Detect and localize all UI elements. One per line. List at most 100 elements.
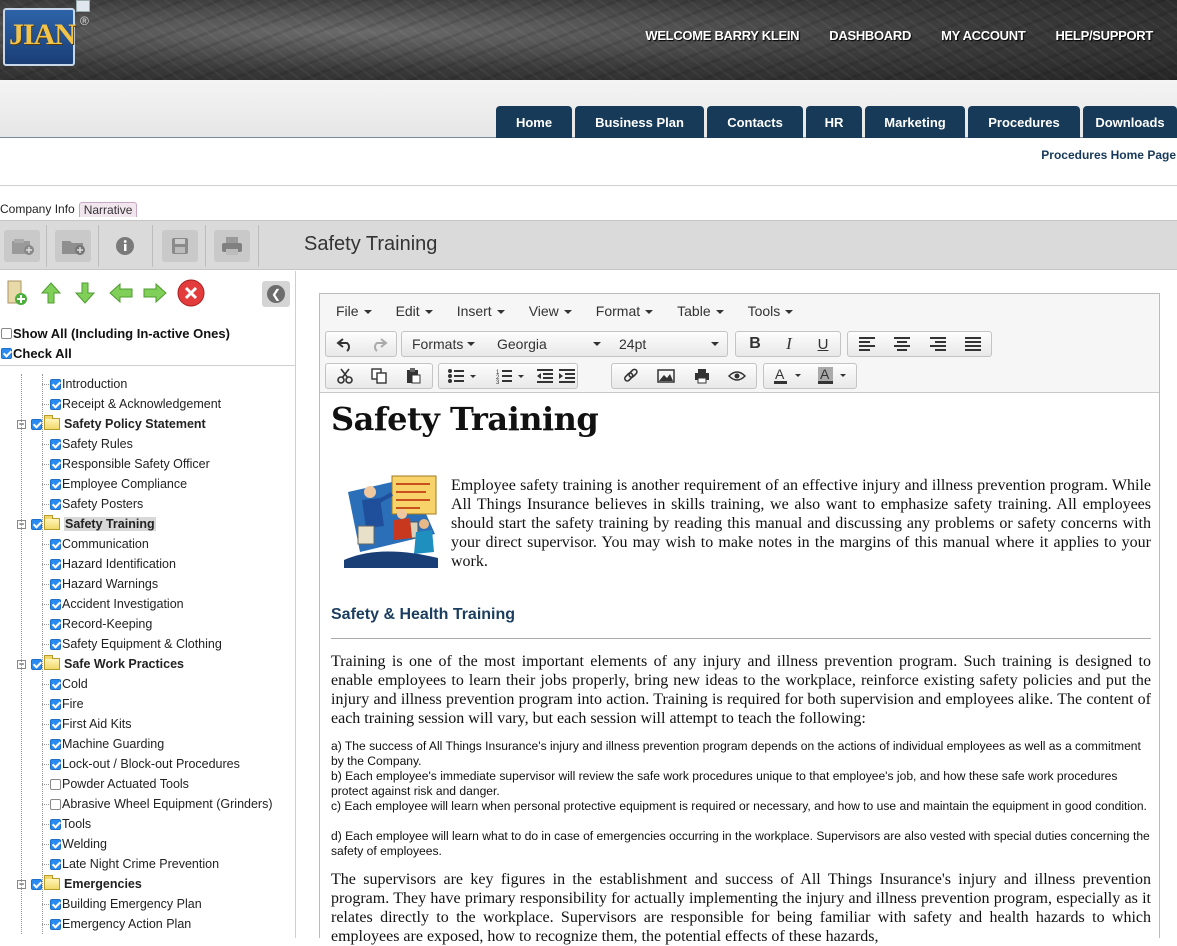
tree-checkbox[interactable] — [50, 818, 61, 830]
tab-procedures[interactable]: Procedures — [968, 106, 1080, 138]
tree-item[interactable]: Hazard Identification — [42, 554, 176, 574]
tree-item[interactable]: Receipt & Acknowledgement — [42, 394, 221, 414]
tab-downloads[interactable]: Downloads — [1083, 106, 1177, 138]
delete-button[interactable] — [177, 279, 205, 307]
tree-checkbox[interactable] — [50, 378, 61, 390]
tree-checkbox[interactable] — [50, 698, 61, 710]
tree-checkbox[interactable] — [50, 398, 61, 410]
tree-item[interactable]: Lock-out / Block-out Procedures — [42, 754, 240, 774]
checkbox[interactable] — [1, 328, 12, 339]
info-button[interactable] — [107, 230, 143, 262]
align-right-button[interactable] — [923, 332, 953, 356]
tree-item[interactable]: Hazard Warnings — [42, 574, 158, 594]
move-up-button[interactable] — [37, 279, 65, 307]
menu-tools[interactable]: Tools — [748, 303, 794, 319]
formats-dropdown[interactable]: Formats — [412, 332, 476, 356]
tree-item[interactable]: Safety Rules — [42, 434, 133, 454]
tree-item[interactable]: Introduction — [42, 374, 127, 394]
tree-item[interactable]: Employee Compliance — [42, 474, 187, 494]
menu-view[interactable]: View — [529, 303, 572, 319]
cut-button[interactable] — [330, 364, 360, 388]
tree-checkbox[interactable] — [50, 718, 61, 730]
tab-marketing[interactable]: Marketing — [865, 106, 965, 138]
subtab-company-info[interactable]: Company Info — [0, 202, 79, 217]
outdent-button[interactable] — [107, 279, 135, 307]
bullet-list-button[interactable] — [443, 364, 483, 388]
tree-checkbox[interactable] — [50, 498, 61, 510]
align-left-button[interactable] — [852, 332, 882, 356]
company-logo[interactable]: JIAN — [3, 8, 76, 66]
tree-checkbox[interactable] — [50, 918, 61, 930]
show-all-checkbox[interactable]: Show All (Including In-active Ones) — [1, 326, 230, 341]
tree-checkbox[interactable] — [31, 658, 42, 670]
tree-checkbox[interactable] — [50, 838, 61, 850]
tree-item[interactable]: Machine Guarding — [42, 734, 164, 754]
tree-checkbox[interactable] — [50, 778, 61, 790]
tree-folder-item[interactable]: − Safety Policy Statement — [17, 414, 206, 434]
tree-checkbox[interactable] — [50, 598, 61, 610]
tree-item[interactable]: Building Emergency Plan — [42, 894, 202, 914]
numbered-list-button[interactable]: 123 — [491, 364, 531, 388]
check-all-checkbox[interactable]: Check All — [1, 346, 72, 361]
tree-checkbox[interactable] — [50, 458, 61, 470]
tab-contacts[interactable]: Contacts — [707, 106, 803, 138]
align-justify-button[interactable] — [958, 332, 988, 356]
text-color-button[interactable]: A — [768, 364, 812, 388]
italic-button[interactable]: I — [774, 332, 804, 356]
print-button[interactable] — [214, 230, 250, 262]
tree-item[interactable]: First Aid Kits — [42, 714, 131, 734]
subtab-narrative[interactable]: Narrative — [78, 202, 138, 217]
undo-button[interactable] — [330, 332, 360, 356]
menu-format[interactable]: Format — [596, 303, 653, 319]
outdent-text-button[interactable] — [535, 364, 555, 388]
print-doc-button[interactable] — [687, 364, 717, 388]
tree-item[interactable]: Emergency Action Plan — [42, 914, 191, 934]
my-account-link[interactable]: MY ACCOUNT — [941, 28, 1026, 43]
tree-item[interactable]: Fire — [42, 694, 84, 714]
paste-button[interactable] — [398, 364, 428, 388]
tree-item[interactable]: Tools — [42, 814, 91, 834]
tree-item[interactable]: Safety Equipment & Clothing — [42, 634, 222, 654]
image-button[interactable] — [651, 364, 681, 388]
tree-item[interactable]: Communication — [42, 534, 149, 554]
preview-button[interactable] — [722, 364, 752, 388]
tree-checkbox[interactable] — [31, 878, 42, 890]
tree-item[interactable]: Cold — [42, 674, 88, 694]
tree-checkbox[interactable] — [50, 558, 61, 570]
tree-item[interactable]: Safety Posters — [42, 494, 143, 514]
menu-file[interactable]: File — [336, 303, 372, 319]
tab-home[interactable]: Home — [496, 106, 572, 138]
tree-checkbox[interactable] — [50, 898, 61, 910]
tree-checkbox[interactable] — [50, 758, 61, 770]
menu-insert[interactable]: Insert — [457, 303, 505, 319]
tree-checkbox[interactable] — [31, 418, 42, 430]
tree-item[interactable]: Powder Actuated Tools — [42, 774, 189, 794]
move-down-button[interactable] — [71, 279, 99, 307]
tree-item[interactable]: Accident Investigation — [42, 594, 184, 614]
link-button[interactable] — [616, 364, 646, 388]
collapse-panel-button[interactable]: ❮ — [262, 281, 290, 307]
tree-checkbox[interactable] — [50, 678, 61, 690]
font-family-dropdown[interactable]: Georgia — [497, 332, 607, 356]
background-color-button[interactable]: A — [814, 364, 856, 388]
add-page-button[interactable] — [3, 279, 31, 307]
tree-item[interactable]: Record-Keeping — [42, 614, 152, 634]
underline-button[interactable]: U — [808, 332, 838, 356]
checkbox[interactable] — [1, 348, 12, 359]
tree-checkbox[interactable] — [50, 858, 61, 870]
tree-folder-item[interactable]: − Safety Training — [17, 514, 156, 534]
tree-item[interactable]: Responsible Safety Officer — [42, 454, 210, 474]
tree-checkbox[interactable] — [50, 538, 61, 550]
tree-item[interactable]: Welding — [42, 834, 107, 854]
dashboard-link[interactable]: DASHBOARD — [829, 28, 911, 43]
tab-business-plan[interactable]: Business Plan — [575, 106, 704, 138]
procedures-home-link[interactable]: Procedures Home Page — [1041, 148, 1176, 162]
tree-checkbox[interactable] — [50, 798, 61, 810]
font-size-dropdown[interactable]: 24pt — [619, 332, 727, 356]
tree-item[interactable]: Late Night Crime Prevention — [42, 854, 219, 874]
bold-button[interactable]: B — [740, 332, 770, 356]
menu-table[interactable]: Table — [677, 303, 723, 319]
tab-hr[interactable]: HR — [806, 106, 862, 138]
tree-checkbox[interactable] — [50, 578, 61, 590]
tree-checkbox[interactable] — [50, 618, 61, 630]
